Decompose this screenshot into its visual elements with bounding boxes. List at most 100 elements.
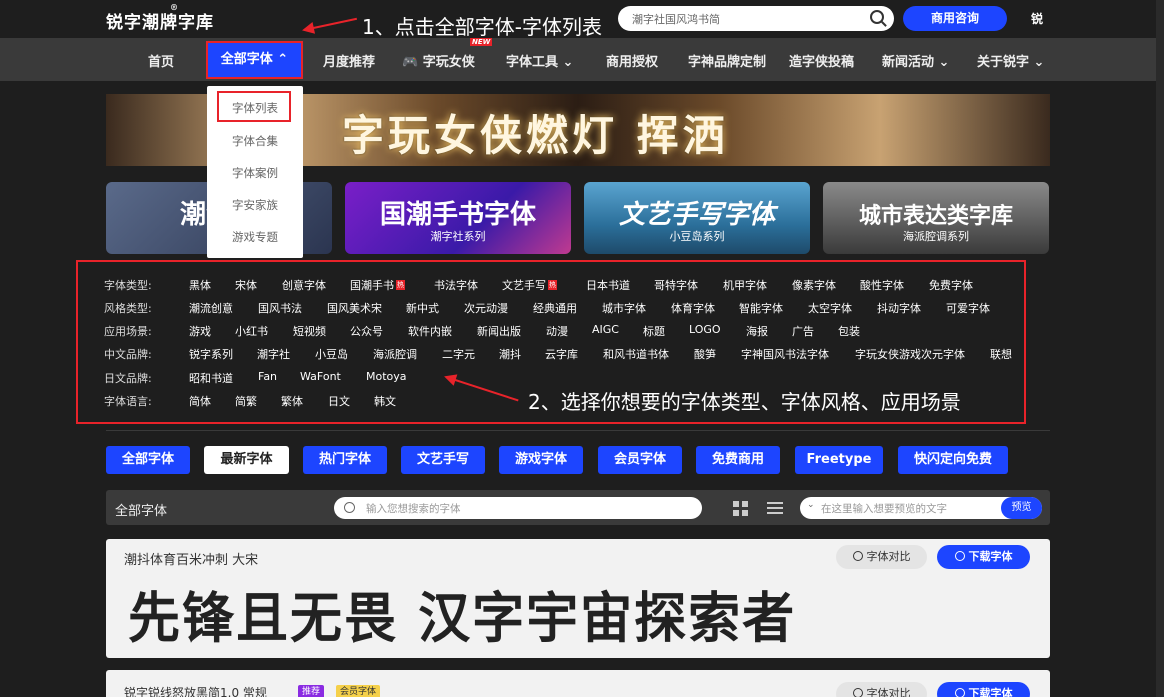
font-name[interactable]: 潮抖体育百米冲刺 大宋 — [124, 549, 258, 568]
top-search-input[interactable]: 潮字社国风鸿书简 — [618, 6, 894, 31]
filter-item[interactable]: 动漫 — [546, 323, 568, 339]
filter-item[interactable]: 简体 — [189, 393, 211, 409]
filter-item[interactable]: 韩文 — [374, 393, 396, 409]
filter-item[interactable]: 二字元 — [442, 346, 475, 362]
font-search-input[interactable]: 输入您想搜索的字体 — [334, 497, 702, 519]
filter-item[interactable]: 文艺手写热 — [502, 277, 557, 293]
nav-news[interactable]: 新闻活动 ⌄ — [882, 51, 949, 70]
filter-item[interactable]: 广告 — [792, 323, 814, 339]
filter-item[interactable]: 字神国风书法字体 — [741, 346, 829, 362]
filter-item[interactable]: 酸笋 — [694, 346, 716, 362]
compare-font-button[interactable]: 字体对比 — [836, 545, 927, 569]
filter-item[interactable]: 国风书法 — [258, 300, 302, 316]
filter-item[interactable]: 日本书道 — [586, 277, 630, 293]
filter-item[interactable]: 昭和书道 — [189, 370, 233, 386]
download-font-button[interactable]: 下载字体 — [937, 682, 1030, 697]
filter-item[interactable]: 黑体 — [189, 277, 211, 293]
tab-free-commercial[interactable]: 免费商用 — [696, 446, 780, 474]
filter-item[interactable]: 海派腔调 — [373, 346, 417, 362]
filter-item[interactable]: 锐字系列 — [189, 346, 233, 362]
filter-item[interactable]: 海报 — [746, 323, 768, 339]
tab-handwriting[interactable]: 文艺手写 — [401, 446, 485, 474]
filter-item[interactable]: 云字库 — [545, 346, 578, 362]
preview-button[interactable]: 预览 — [1001, 497, 1042, 519]
nav-about[interactable]: 关于锐字 ⌄ — [977, 51, 1044, 70]
filter-item[interactable]: 城市字体 — [602, 300, 646, 316]
filter-item[interactable]: 联想 — [990, 346, 1012, 362]
filter-item[interactable]: 机甲字体 — [723, 277, 767, 293]
filter-item[interactable]: 短视频 — [293, 323, 326, 339]
filter-item[interactable]: 像素字体 — [792, 277, 836, 293]
filter-item[interactable]: 国潮手书热 — [350, 277, 405, 293]
nav-all-fonts[interactable]: 全部字体 ⌃ — [206, 41, 303, 79]
filter-item[interactable]: 国风美术宋 — [327, 300, 382, 316]
filter-item[interactable]: 宋体 — [235, 277, 257, 293]
nav-monthly[interactable]: 月度推荐 — [323, 51, 375, 70]
chevron-down-icon[interactable]: ⌄ — [807, 500, 815, 510]
filter-item[interactable]: 潮字社 — [257, 346, 290, 362]
series-card-city[interactable]: 城市表达类字库 海派腔调系列 — [823, 182, 1049, 254]
filter-item[interactable]: 抖动字体 — [877, 300, 921, 316]
filter-item[interactable]: 经典通用 — [533, 300, 577, 316]
nav-brand-custom[interactable]: 字神品牌定制 — [688, 51, 766, 70]
dropdown-item-font-family[interactable]: 字安家族 — [207, 197, 303, 213]
filter-item[interactable]: LOGO — [689, 323, 721, 336]
tab-game-fonts[interactable]: 游戏字体 — [499, 446, 583, 474]
dropdown-item-font-cases[interactable]: 字体案例 — [207, 165, 303, 181]
series-card-guochao[interactable]: 国潮手书字体 潮字社系列 — [345, 182, 571, 254]
filter-item[interactable]: WaFont — [300, 370, 341, 383]
tab-freetype[interactable]: Freetype — [795, 446, 883, 474]
dropdown-item-font-collection[interactable]: 字体合集 — [207, 133, 303, 149]
dropdown-item-game-topic[interactable]: 游戏专题 — [207, 229, 303, 245]
filter-item[interactable]: 免费字体 — [929, 277, 973, 293]
tab-all-fonts[interactable]: 全部字体 — [106, 446, 190, 474]
filter-item[interactable]: 太空字体 — [808, 300, 852, 316]
filter-item[interactable]: 日文 — [328, 393, 350, 409]
search-icon[interactable] — [870, 10, 884, 24]
filter-item[interactable]: AIGC — [592, 323, 619, 336]
filter-item[interactable]: 潮抖 — [499, 346, 521, 362]
tab-flash-free[interactable]: 快闪定向免费 — [898, 446, 1008, 474]
filter-item[interactable]: Motoya — [366, 370, 407, 383]
filter-item[interactable]: 潮流创意 — [189, 300, 233, 316]
tab-hot-fonts[interactable]: 热门字体 — [303, 446, 387, 474]
filter-item[interactable]: 哥特字体 — [654, 277, 698, 293]
user-avatar[interactable]: 锐 — [1031, 10, 1043, 27]
filter-item[interactable]: 创意字体 — [282, 277, 326, 293]
filter-item[interactable]: 公众号 — [350, 323, 383, 339]
compare-font-button[interactable]: 字体对比 — [836, 682, 927, 697]
nav-font-tools[interactable]: 字体工具 ⌄ — [506, 51, 573, 70]
filter-item[interactable]: 小豆岛 — [315, 346, 348, 362]
filter-item[interactable]: 字玩女侠游戏次元字体 — [855, 346, 965, 362]
filter-item[interactable]: 智能字体 — [739, 300, 783, 316]
series-card-wenyi[interactable]: 文艺手写字体 小豆岛系列 — [584, 182, 810, 254]
filter-item[interactable]: 可爱字体 — [946, 300, 990, 316]
filter-item[interactable]: 体育字体 — [671, 300, 715, 316]
filter-item[interactable]: 简繁 — [235, 393, 257, 409]
page-scrollbar[interactable] — [1156, 0, 1164, 697]
filter-item[interactable]: 繁体 — [281, 393, 303, 409]
business-inquiry-button[interactable]: 商用咨询 — [903, 6, 1007, 31]
tab-latest-fonts[interactable]: 最新字体 — [204, 446, 289, 474]
nav-home[interactable]: 首页 — [148, 51, 174, 70]
list-view-icon[interactable] — [767, 501, 783, 516]
filter-item[interactable]: 酸性字体 — [860, 277, 904, 293]
download-font-button[interactable]: 下载字体 — [937, 545, 1030, 569]
filter-item[interactable]: 软件内嵌 — [408, 323, 452, 339]
nav-zwnx[interactable]: 🎮 字玩女侠 — [402, 51, 475, 70]
filter-item[interactable]: 小红书 — [235, 323, 268, 339]
grid-view-icon[interactable] — [733, 501, 748, 516]
nav-submit[interactable]: 造字侠投稿 — [789, 51, 854, 70]
filter-item[interactable]: 书法字体 — [434, 277, 478, 293]
site-logo[interactable]: 锐字潮牌字库 ® — [106, 2, 214, 33]
filter-item[interactable]: Fan — [258, 370, 277, 383]
filter-item[interactable]: 新中式 — [406, 300, 439, 316]
filter-item[interactable]: 和风书道书体 — [603, 346, 669, 362]
filter-item[interactable]: 包装 — [838, 323, 860, 339]
tab-member-fonts[interactable]: 会员字体 — [598, 446, 682, 474]
filter-item[interactable]: 标题 — [643, 323, 665, 339]
filter-item[interactable]: 新闻出版 — [477, 323, 521, 339]
filter-item[interactable]: 次元动漫 — [464, 300, 508, 316]
font-name[interactable]: 锐字锐线怒放黑简1.0 常规 — [124, 684, 267, 697]
nav-commercial-license[interactable]: 商用授权 — [606, 51, 658, 70]
